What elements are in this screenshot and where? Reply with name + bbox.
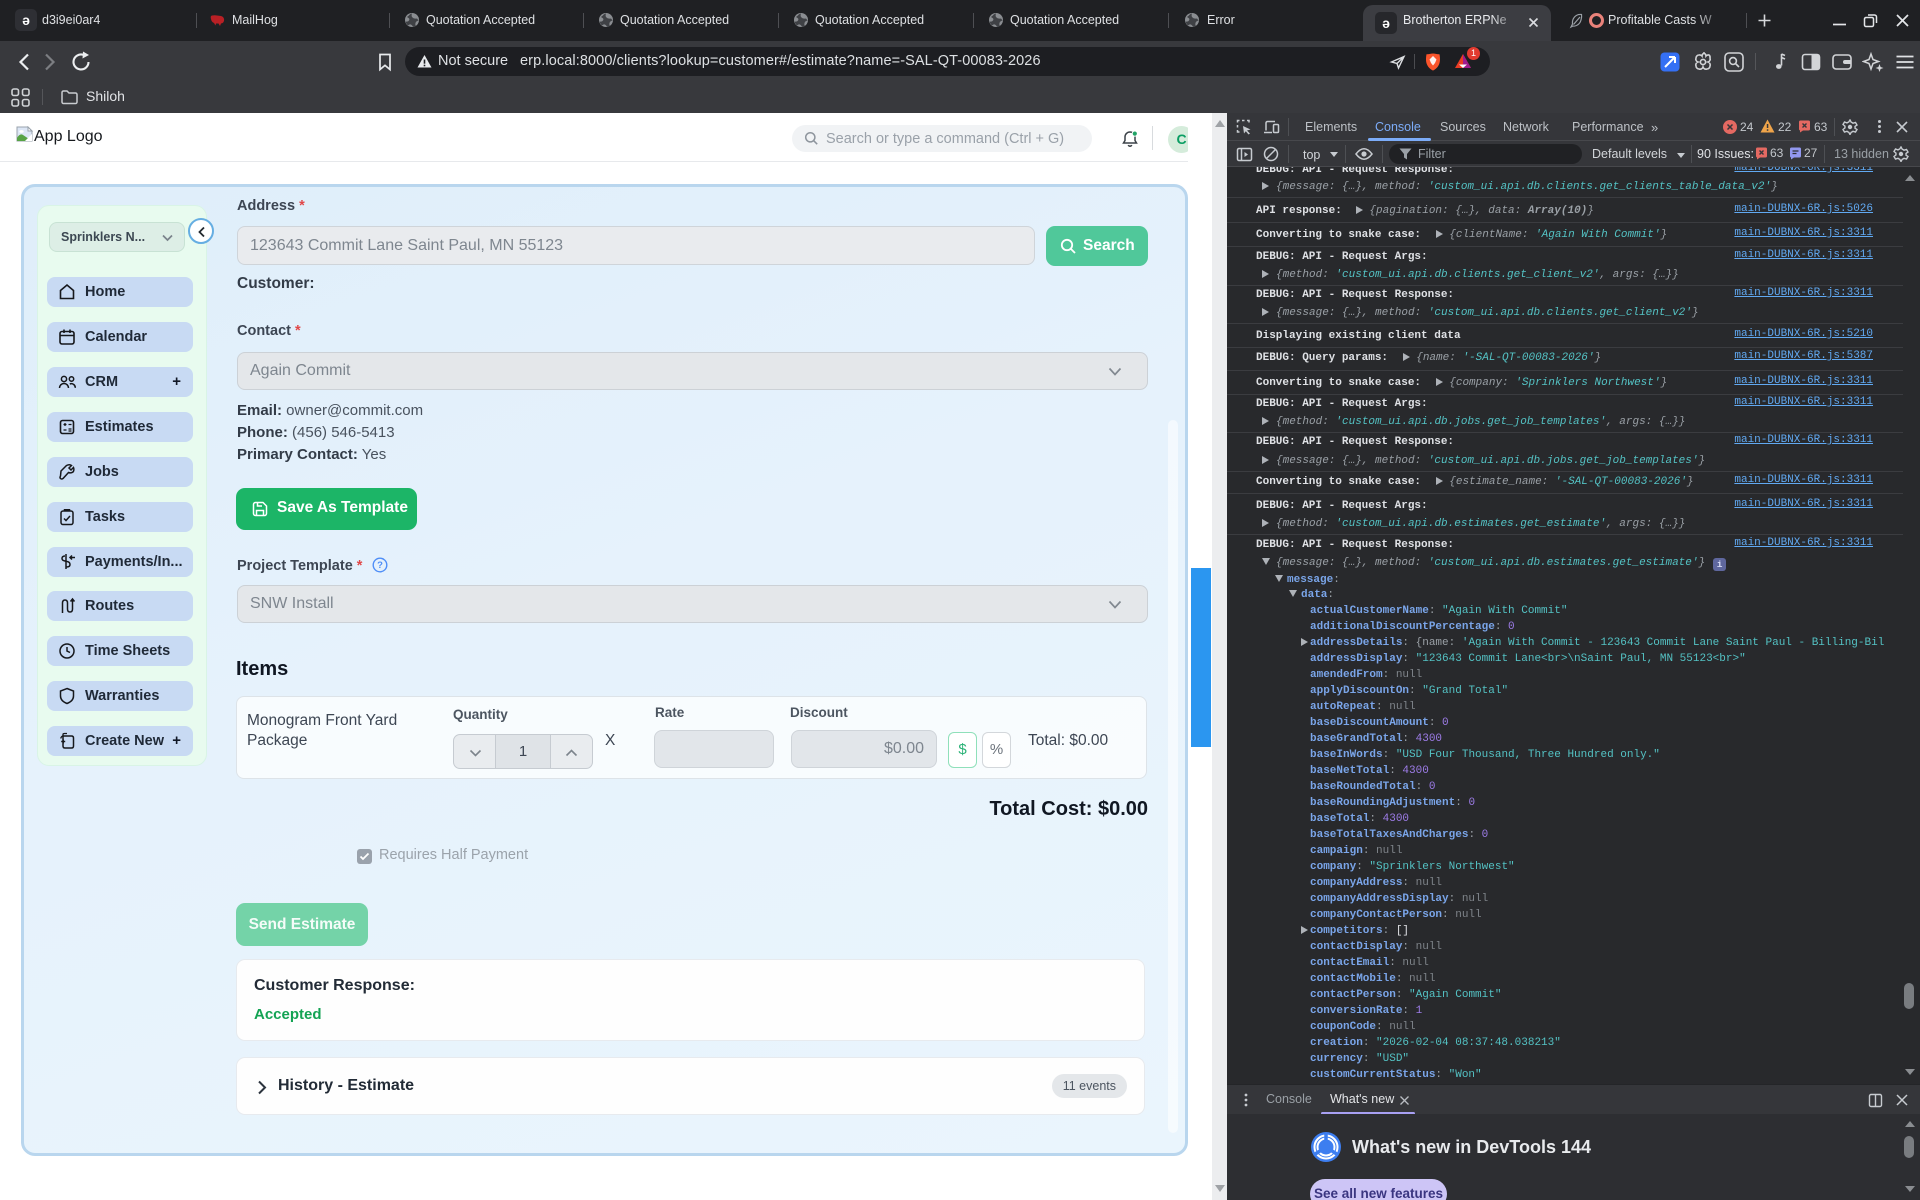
svg-text:?: ? bbox=[378, 560, 384, 571]
